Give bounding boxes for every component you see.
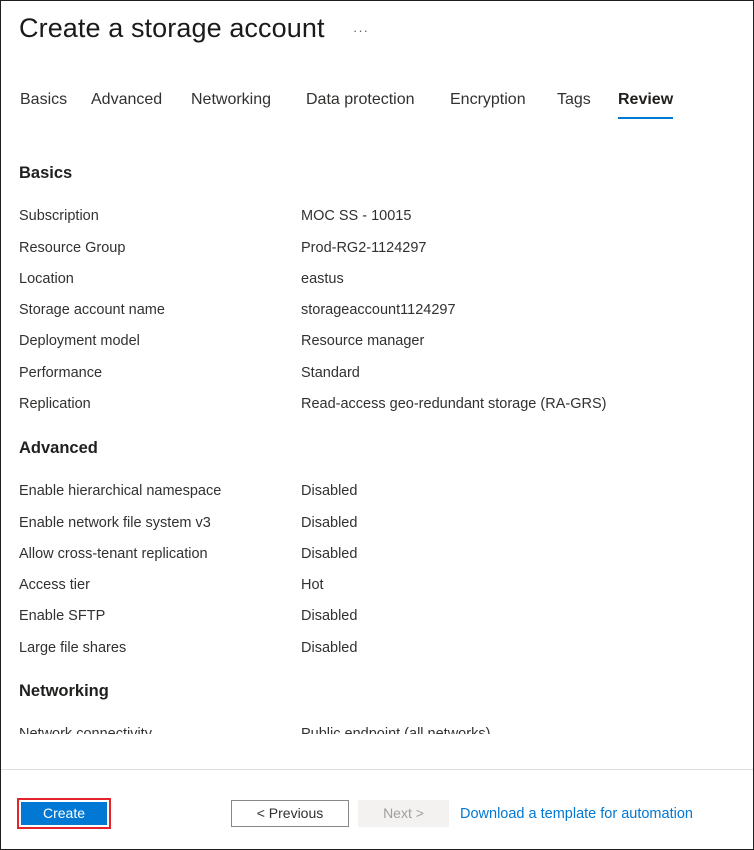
summary-row: Enable SFTP Disabled (1, 608, 753, 632)
create-button-label: Create (21, 802, 107, 825)
row-label: Location (19, 271, 74, 287)
more-options-icon[interactable]: ··· (353, 23, 369, 38)
row-value: Disabled (301, 608, 358, 624)
row-value: Hot (301, 577, 324, 593)
summary-row: Large file shares Disabled (1, 640, 753, 664)
row-label: Network connectivity (19, 726, 152, 734)
row-value: Disabled (301, 483, 358, 499)
tab-tags[interactable]: Tags (557, 91, 591, 117)
row-label: Enable SFTP (19, 608, 106, 624)
section-title-basics: Basics (19, 164, 73, 182)
tab-data-protection[interactable]: Data protection (306, 91, 415, 117)
row-value: Public endpoint (all networks) (301, 726, 491, 734)
summary-row: Location eastus (1, 271, 753, 295)
row-label: Deployment model (19, 333, 140, 349)
summary-row: Network connectivity Public endpoint (al… (1, 726, 753, 734)
row-value: Disabled (301, 515, 358, 531)
row-label: Performance (19, 365, 103, 381)
row-value: Resource manager (301, 333, 425, 349)
summary-row: Replication Read-access geo-redundant st… (1, 396, 753, 420)
create-storage-account-blade: Create a storage account ··· Basics Adva… (0, 0, 754, 850)
footer-divider (1, 769, 753, 770)
row-value: eastus (301, 271, 344, 287)
summary-row: Enable network file system v3 Disabled (1, 515, 753, 539)
row-value: MOC SS - 10015 (301, 208, 412, 224)
summary-row: Enable hierarchical namespace Disabled (1, 483, 753, 507)
tab-advanced[interactable]: Advanced (91, 91, 162, 117)
row-label: Enable network file system v3 (19, 515, 211, 531)
row-label: Resource Group (19, 240, 126, 256)
tab-review[interactable]: Review (618, 91, 674, 119)
review-content: Basics Subscription MOC SS - 10015 Resou… (1, 151, 753, 734)
summary-row: Performance Standard (1, 365, 753, 389)
row-label: Subscription (19, 208, 99, 224)
row-value: Read-access geo-redundant storage (RA-GR… (301, 396, 607, 412)
tab-encryption[interactable]: Encryption (450, 91, 526, 117)
row-label: Enable hierarchical namespace (19, 483, 222, 499)
summary-row: Storage account name storageaccount11242… (1, 302, 753, 326)
summary-row: Access tier Hot (1, 577, 753, 601)
summary-row: Resource Group Prod-RG2-1124297 (1, 240, 753, 264)
row-value: Disabled (301, 640, 358, 656)
tab-networking[interactable]: Networking (191, 91, 271, 117)
tab-basics[interactable]: Basics (20, 91, 67, 117)
summary-row: Allow cross-tenant replication Disabled (1, 546, 753, 570)
section-title-advanced: Advanced (19, 439, 98, 457)
previous-button[interactable]: < Previous (231, 800, 349, 827)
row-value: storageaccount1124297 (301, 302, 456, 318)
row-label: Allow cross-tenant replication (19, 546, 208, 562)
row-label: Access tier (19, 577, 90, 593)
summary-row: Subscription MOC SS - 10015 (1, 208, 753, 232)
row-label: Storage account name (19, 302, 165, 318)
section-title-networking: Networking (19, 682, 109, 700)
create-button[interactable]: Create (17, 798, 111, 829)
row-value: Disabled (301, 546, 358, 562)
row-value: Standard (301, 365, 360, 381)
row-label: Replication (19, 396, 91, 412)
download-template-link[interactable]: Download a template for automation (460, 806, 693, 822)
summary-row: Deployment model Resource manager (1, 333, 753, 357)
page-title: Create a storage account (19, 13, 325, 43)
row-value: Prod-RG2-1124297 (301, 240, 427, 256)
tab-bar: Basics Advanced Networking Data protecti… (1, 91, 753, 127)
row-label: Large file shares (19, 640, 127, 656)
next-button: Next > (358, 800, 449, 827)
